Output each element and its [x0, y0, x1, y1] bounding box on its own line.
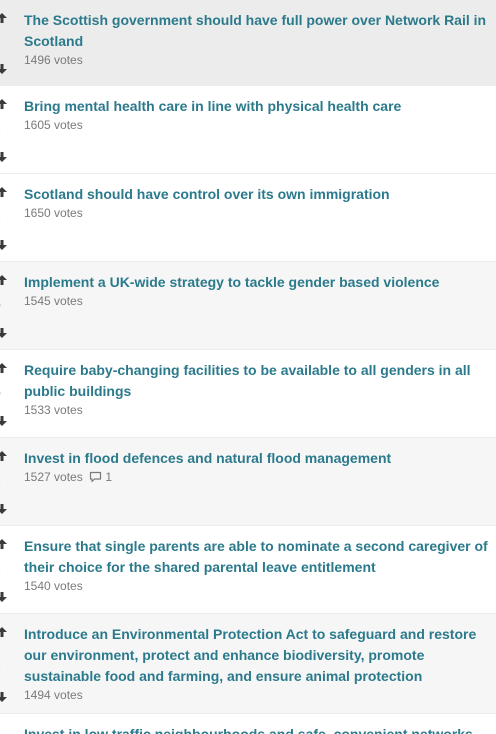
petition-list: 1 The Scottish government should have fu…: [0, 0, 496, 734]
arrow-up-icon[interactable]: [0, 186, 8, 198]
comment-count-link[interactable]: 1: [89, 470, 112, 484]
vote-count: 1545 votes: [24, 294, 83, 308]
speech-bubble-icon: [89, 470, 102, 484]
arrow-down-icon[interactable]: [0, 591, 8, 603]
vote-score: 1: [0, 475, 1, 487]
petition-row[interactable]: 1 Introduce an Environmental Protection …: [0, 614, 496, 714]
petition-row[interactable]: 1 Ensure that single parents are able to…: [0, 526, 496, 614]
arrow-up-icon[interactable]: [0, 98, 8, 110]
vote-control: 0: [0, 350, 12, 437]
vote-score: 1: [0, 657, 1, 669]
petition-title[interactable]: The Scottish government should have full…: [24, 10, 488, 52]
vote-count: 1605 votes: [24, 118, 83, 132]
vote-score: 0: [0, 387, 1, 399]
vote-count: 1533 votes: [24, 403, 83, 417]
comment-count: 1: [105, 470, 113, 484]
petition-title[interactable]: Implement a UK-wide strategy to tackle g…: [24, 272, 488, 293]
petition-row[interactable]: 1 Invest in flood defences and natural f…: [0, 438, 496, 526]
petition-row[interactable]: Invest in low traffic neighbourhoods and…: [0, 714, 496, 734]
vote-count: 1496 votes: [24, 53, 83, 67]
vote-score: 1: [0, 123, 1, 135]
arrow-down-icon[interactable]: [0, 691, 8, 703]
arrow-down-icon[interactable]: [0, 503, 8, 515]
petition-row[interactable]: 0 Require baby-changing facilities to be…: [0, 350, 496, 438]
petition-title[interactable]: Introduce an Environmental Protection Ac…: [24, 624, 488, 687]
vote-control: 1: [0, 0, 12, 85]
vote-control: 1: [0, 86, 12, 173]
vote-score: 0: [0, 299, 1, 311]
arrow-up-icon[interactable]: [0, 450, 8, 462]
petition-row[interactable]: 1 Bring mental health care in line with …: [0, 86, 496, 174]
arrow-down-icon[interactable]: [0, 63, 8, 75]
arrow-up-icon[interactable]: [0, 626, 8, 638]
vote-control: 0: [0, 262, 12, 349]
petition-row[interactable]: 0 Implement a UK-wide strategy to tackle…: [0, 262, 496, 350]
petition-title[interactable]: Ensure that single parents are able to n…: [24, 536, 488, 578]
petition-row[interactable]: 1 Scotland should have control over its …: [0, 174, 496, 262]
vote-count: 1494 votes: [24, 688, 83, 702]
arrow-up-icon[interactable]: [0, 362, 8, 374]
vote-count: 1527 votes: [24, 470, 83, 484]
arrow-down-icon[interactable]: [0, 327, 8, 339]
arrow-down-icon[interactable]: [0, 239, 8, 251]
vote-control: 1: [0, 174, 12, 261]
petition-title[interactable]: Invest in low traffic neighbourhoods and…: [24, 724, 488, 734]
vote-control: 1: [0, 614, 12, 713]
petition-title[interactable]: Scotland should have control over its ow…: [24, 184, 488, 205]
arrow-down-icon[interactable]: [0, 151, 8, 163]
petition-title[interactable]: Invest in flood defences and natural flo…: [24, 448, 488, 469]
arrow-up-icon[interactable]: [0, 274, 8, 286]
arrow-down-icon[interactable]: [0, 415, 8, 427]
vote-control: 1: [0, 438, 12, 525]
vote-score: 1: [0, 211, 1, 223]
petition-row[interactable]: 1 The Scottish government should have fu…: [0, 0, 496, 86]
petition-title[interactable]: Bring mental health care in line with ph…: [24, 96, 488, 117]
arrow-up-icon[interactable]: [0, 538, 8, 550]
vote-count: 1540 votes: [24, 579, 83, 593]
vote-control: 1: [0, 526, 12, 613]
vote-count: 1650 votes: [24, 206, 83, 220]
vote-score: 1: [0, 36, 1, 48]
petition-title[interactable]: Require baby-changing facilities to be a…: [24, 360, 488, 402]
vote-score: 1: [0, 563, 1, 575]
arrow-up-icon[interactable]: [0, 12, 8, 24]
petition-meta: 1527 votes 1: [24, 470, 488, 484]
